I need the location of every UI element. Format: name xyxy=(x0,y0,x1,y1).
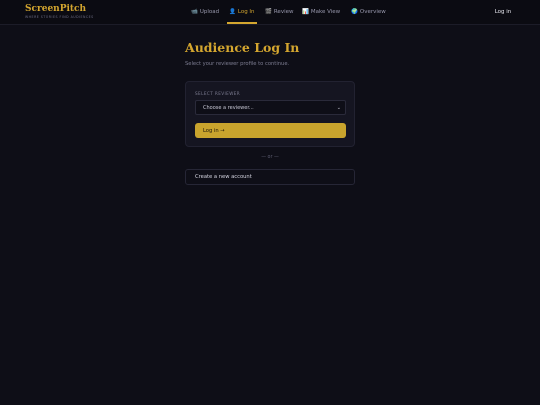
top-bar: ScreenPitch WHERE STORIES FIND AUDIENCES… xyxy=(0,0,540,25)
nav-item-label: Review xyxy=(273,9,294,15)
user-icon: 👤 xyxy=(229,9,236,15)
create-account-button[interactable]: Create a new account xyxy=(185,169,355,185)
chevron-down-icon: ⌄ xyxy=(336,104,341,111)
reviewer-select-value: Choose a reviewer... xyxy=(203,104,254,111)
nav-item-make-view[interactable]: 📊 Make View xyxy=(302,0,340,24)
nav-item-review[interactable]: 🎬 Review xyxy=(265,0,293,24)
nav-item-overview[interactable]: 🌍 Overview xyxy=(351,0,386,24)
chart-icon: 📊 xyxy=(302,9,309,15)
reviewer-select[interactable]: Choose a reviewer... ⌄ xyxy=(195,100,346,115)
camera-icon: 📹 xyxy=(191,9,198,15)
globe-icon: 🌍 xyxy=(351,9,358,15)
login-link[interactable]: Log in xyxy=(488,0,518,24)
nav-item-login[interactable]: 👤 Log In xyxy=(229,0,255,24)
or-divider: — or — xyxy=(261,154,279,160)
brand-name: ScreenPitch xyxy=(25,4,87,14)
nav-item-upload[interactable]: 📹 Upload xyxy=(191,0,219,24)
brand-tagline: WHERE STORIES FIND AUDIENCES xyxy=(25,15,94,19)
reviewer-login-card: SELECT REVIEWER Choose a reviewer... ⌄ L… xyxy=(185,81,355,147)
nav-item-label: Make View xyxy=(310,9,341,15)
nav-item-label: Upload xyxy=(199,9,220,15)
clapperboard-icon: 🎬 xyxy=(265,9,272,15)
select-reviewer-label: SELECT REVIEWER xyxy=(195,91,241,96)
nav-item-label: Log In xyxy=(237,9,255,15)
brand-logo[interactable]: ScreenPitch WHERE STORIES FIND AUDIENCES xyxy=(25,4,94,20)
page-subtitle: Select your reviewer profile to continue… xyxy=(185,61,290,67)
nav-item-label: Overview xyxy=(359,9,386,15)
login-button[interactable]: Log in → xyxy=(195,123,346,138)
page-title: Audience Log In xyxy=(185,40,300,55)
active-nav-indicator xyxy=(227,22,257,24)
